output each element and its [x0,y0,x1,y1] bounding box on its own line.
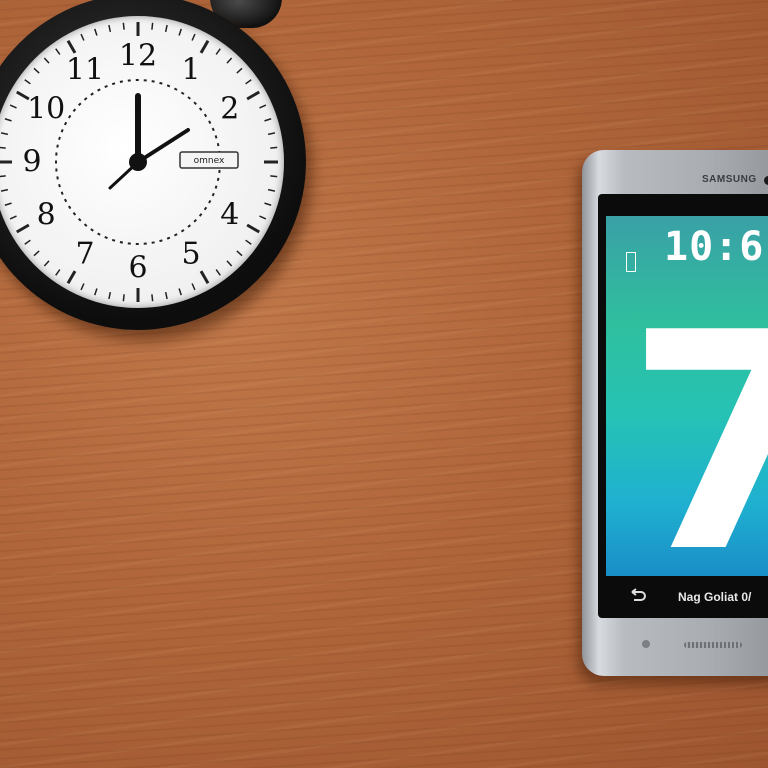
clock-tick [16,223,30,234]
speaker-grille [684,642,742,648]
clock-numeral-2: 2 [220,92,239,127]
clock-tick [199,40,210,54]
clock-tick [0,175,6,178]
clock-numeral-9: 9 [22,145,41,180]
clock-tick [264,118,272,122]
clock-dial: 12 12 45678 9 1011 omnex [0,22,278,302]
clock-tick [94,28,98,36]
clock-tick [259,104,267,109]
clock-tick [245,239,252,245]
screen-caption: Nag Goliat 0/ [678,590,752,604]
hand-pivot [129,153,147,171]
clock-tick [4,202,12,206]
clock-tick [259,215,267,220]
clock-numeral-6: 6 [128,251,147,286]
clock-tick [264,202,272,206]
clock-case: 12 1 2 4 5 6 7 8 9 10 11 omnex [0,0,306,330]
phone-screen: 10:6 7 Nag Goliat 0/ [598,194,768,618]
clock-tick [66,40,77,54]
clock-tick [215,48,221,55]
clock-tick [24,239,31,245]
clock-tick [122,22,125,30]
phone-top-bezel: SAMSUNG [596,158,768,196]
clock-tick [55,269,61,276]
clock-numeral-8: 8 [37,198,56,233]
clock-tick [246,223,260,234]
phone-brand: SAMSUNG [702,174,757,185]
screen-display: 10:6 7 [606,216,768,576]
clock-tick [151,294,154,302]
clock-tick [4,118,12,122]
clock-tick [191,283,196,291]
clock-tick [55,48,61,55]
clock-tick [9,215,17,220]
clock-tick [43,57,50,64]
clock-face: 12 1 2 4 5 6 7 8 9 10 11 omnex [0,16,284,308]
clock-tick [122,294,125,302]
clock-tick [164,291,168,300]
clock-tick [0,188,9,192]
clock-tick [178,28,182,36]
clock-tick [80,33,85,41]
clock-numeral-7: 7 [75,236,94,271]
clock-numeral-4: 4 [220,198,239,233]
sensor-icon [642,640,650,648]
alarm-clock: 12 1 2 4 5 6 7 8 9 10 11 omnex [0,0,312,342]
clock-tick [66,270,77,284]
front-camera-icon [764,176,768,185]
clock-tick [226,57,233,64]
clock-tick [270,175,278,178]
clock-numeral-11: 11 [66,53,104,88]
clock-numeral-5: 5 [181,236,200,271]
clock-numeral-1: 1 [181,53,200,88]
clock-tick [80,283,85,291]
screen-footer: Nag Goliat 0/ [606,582,768,612]
clock-tick [191,33,196,41]
clock-tick [108,24,112,33]
screen-large-digit: 7 [626,269,768,577]
clock-tick [178,288,182,296]
brand-plate-text: omnex [194,156,225,166]
smartphone: SAMSUNG 10:6 7 Nag Goliat 0/ [582,150,768,676]
clock-tick [0,132,9,136]
clock-tick [236,67,243,74]
clock-tick [236,250,243,257]
back-icon[interactable] [628,588,646,602]
clock-tick [270,146,278,149]
clock-tick [9,104,17,109]
clock-tick [94,288,98,296]
clock-tick [199,270,210,284]
clock-tick [0,146,6,149]
clock-tick [267,188,276,192]
screen-clock: 10:6 [664,224,765,270]
clock-tick [151,22,154,30]
clock-tick [108,291,112,300]
clock-numeral-12: 12 [119,39,157,74]
wooden-table: 12 1 2 4 5 6 7 8 9 10 11 omnex SAMSUNG 10:6 7 [0,0,768,768]
clock-tick [215,269,221,276]
phone-bottom-bezel [598,622,768,670]
clock-tick [43,260,50,267]
clock-tick [164,24,168,33]
clock-tick [226,260,233,267]
clock-tick [245,79,252,85]
clock-tick [246,90,260,101]
clock-tick [33,67,40,74]
clock-numeral-10: 10 [27,92,65,127]
clock-tick [33,250,40,257]
clock-tick [24,79,31,85]
clock-tick [267,132,276,136]
